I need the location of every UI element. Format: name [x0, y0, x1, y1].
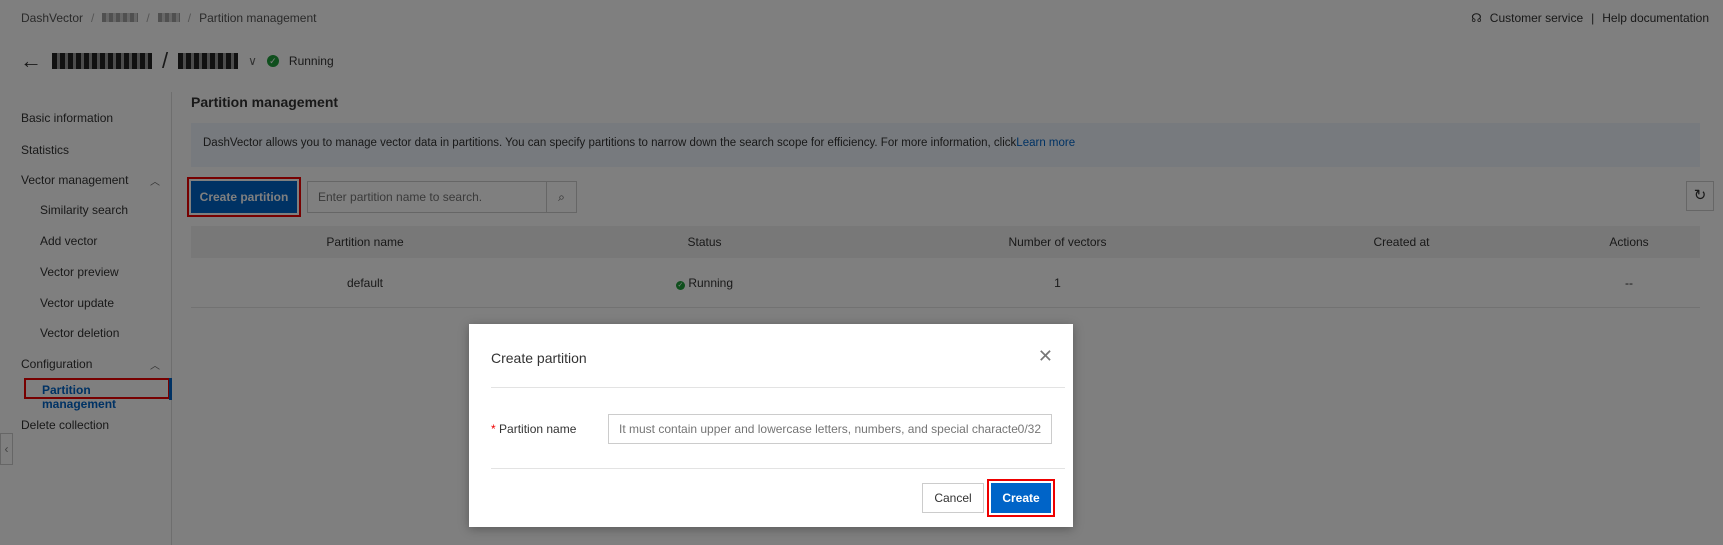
label-text: Partition name	[499, 422, 577, 436]
dialog-title: Create partition	[491, 350, 587, 366]
close-icon[interactable]: ✕	[1038, 346, 1053, 367]
partition-name-field: 0/32	[608, 414, 1052, 444]
cancel-button[interactable]: Cancel	[922, 483, 984, 513]
create-button[interactable]: Create	[991, 483, 1051, 513]
create-button-highlight: Create	[987, 479, 1055, 517]
char-counter: 0/32	[1017, 422, 1041, 436]
create-partition-dialog: Create partition ✕ * Partition name 0/32…	[469, 324, 1073, 527]
partition-name-label: * Partition name	[491, 422, 577, 436]
partition-name-input[interactable]	[619, 422, 1018, 436]
divider	[491, 387, 1065, 388]
divider	[491, 468, 1065, 469]
